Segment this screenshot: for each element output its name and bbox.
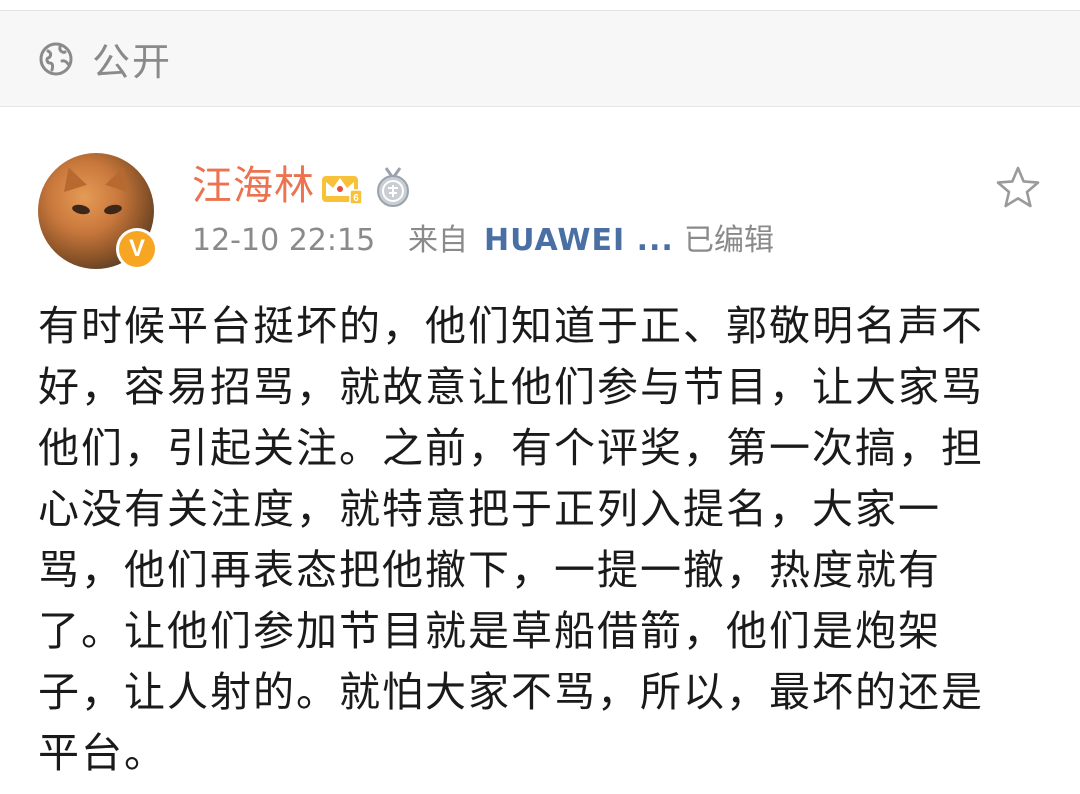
top-divider (0, 0, 1080, 11)
source-prefix: 来自 (408, 223, 468, 258)
cat-eye-right (103, 203, 123, 216)
visibility-label: 公开 (92, 40, 173, 84)
cat-eye-left (71, 203, 91, 216)
post-card: V 汪海林 6 12-10 22:15 来自 HUAWEI ... 已编辑 有时… (0, 108, 1080, 794)
post-text-line: 有时候平台挺坏的，他们知道于正、郭敬明名声不 (38, 302, 984, 350)
post-timestamp: 12-10 22:15 (192, 223, 376, 258)
medal-icon[interactable] (374, 166, 412, 208)
verified-badge: V (116, 228, 158, 270)
post-body: 有时候平台挺坏的，他们知道于正、郭敬明名声不 好，容易招骂，就故意让他们参与节目，… (38, 296, 1048, 784)
post-text-line: 心没有关注度，就特意把于正列入提名，大家一 (38, 485, 941, 533)
star-icon[interactable] (994, 164, 1042, 212)
post-text-line: 骂，他们再表态把他撤下，一提一撤，热度就有 (38, 546, 941, 594)
visibility-bar[interactable]: 公开 (0, 11, 1080, 107)
author-name[interactable]: 汪海林 (192, 160, 315, 212)
cat-ear-left (57, 163, 87, 193)
post-text-line: 好，容易招骂，就故意让他们参与节目，让大家骂 (38, 363, 984, 411)
source-link[interactable]: HUAWEI ... (484, 221, 674, 261)
crown-icon[interactable]: 6 (320, 168, 364, 206)
post-text-line: 他们，引起关注。之前，有个评奖，第一次搞，担 (38, 424, 984, 472)
post-text-line: 平台。 (38, 729, 167, 777)
weibo-post-screen: 公开 V 汪海林 6 12-10 22:15 来自 HUAWEI ... 已编辑… (0, 0, 1080, 794)
cat-ear-right (105, 163, 135, 193)
post-text-line: 子，让人射的。就怕大家不骂，所以，最坏的还是 (38, 668, 984, 716)
globe-icon (39, 42, 73, 75)
svg-text:6: 6 (353, 193, 359, 204)
post-text-line: 了。让他们参加节目就是草船借箭，他们是炮架 (38, 607, 941, 655)
verified-v-icon: V (119, 231, 155, 267)
edited-indicator[interactable]: 已编辑 (684, 221, 774, 261)
